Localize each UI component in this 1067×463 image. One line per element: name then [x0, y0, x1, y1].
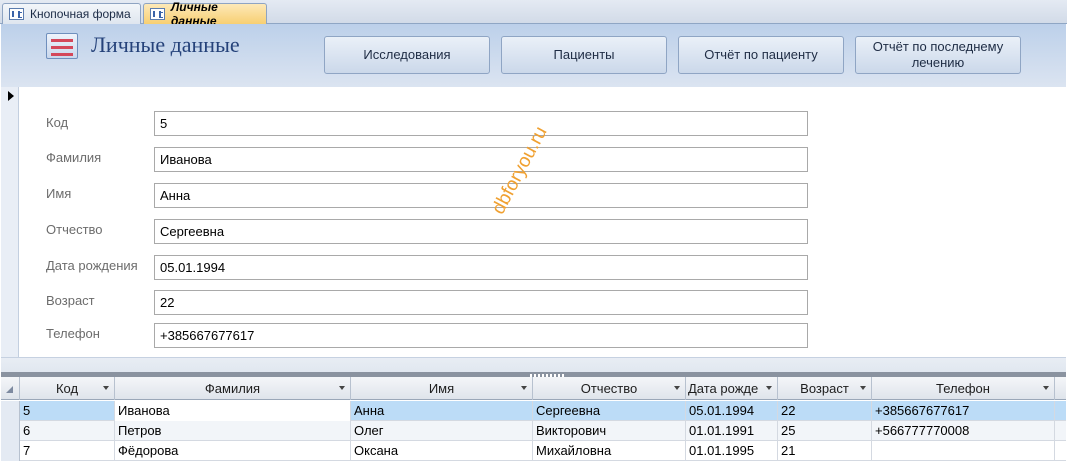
label-id: Код: [46, 115, 69, 130]
cell-phone[interactable]: +566777770008: [872, 421, 1055, 441]
chevron-down-icon[interactable]: [1043, 386, 1049, 390]
document-tab-strip: Кнопочная форма Личные данные: [0, 0, 1067, 28]
surname-field[interactable]: Иванова: [154, 147, 808, 172]
label-age: Возраст: [46, 293, 95, 308]
cell-birth-date[interactable]: 05.01.1994: [686, 401, 778, 421]
table-row[interactable]: 6 Петров Олег Викторович 01.01.1991 25 +…: [1, 421, 1066, 441]
column-header-age[interactable]: Возраст: [778, 377, 872, 400]
tab-label: Кнопочная форма: [30, 7, 131, 21]
cell-surname[interactable]: Петров: [115, 421, 351, 441]
cell-surname[interactable]: Фёдорова: [115, 441, 351, 461]
cell-id[interactable]: 7: [20, 441, 115, 461]
datasheet-header-row: Код Фамилия Имя Отчество Дата рожде Возр…: [1, 377, 1066, 400]
cell-id[interactable]: 5: [20, 401, 115, 421]
tab-personal-data[interactable]: Личные данные: [143, 0, 267, 28]
column-header-label: Фамилия: [204, 381, 261, 396]
label-phone: Телефон: [46, 326, 100, 341]
column-header-name[interactable]: Имя: [351, 377, 533, 400]
cell-age[interactable]: 22: [778, 401, 872, 421]
record-selector[interactable]: [1, 87, 19, 357]
column-header-label: Дата рожде: [688, 381, 759, 396]
patronymic-field[interactable]: Сергеевна: [154, 219, 808, 244]
name-field[interactable]: Анна: [154, 183, 808, 208]
chevron-down-icon[interactable]: [766, 386, 772, 390]
patients-button[interactable]: Пациенты: [501, 36, 667, 74]
cell-name[interactable]: Олег: [351, 421, 533, 441]
row-selector[interactable]: [1, 441, 20, 461]
datasheet: Код Фамилия Имя Отчество Дата рожде Возр…: [1, 377, 1066, 463]
cell-patronymic[interactable]: Викторович: [533, 421, 686, 441]
column-header-label: Имя: [428, 381, 455, 396]
cell-birth-date[interactable]: 01.01.1995: [686, 441, 778, 461]
chevron-down-icon[interactable]: [103, 386, 109, 390]
cell-name[interactable]: Оксана: [351, 441, 533, 461]
tab-switchboard[interactable]: Кнопочная форма: [2, 3, 141, 24]
birth-date-field[interactable]: 05.01.1994: [154, 255, 808, 280]
access-window: Кнопочная форма Личные данные Личные дан…: [0, 0, 1067, 463]
column-header-label: Возраст: [800, 381, 849, 396]
cell-age[interactable]: 25: [778, 421, 872, 441]
row-selector[interactable]: [1, 401, 20, 421]
chevron-down-icon[interactable]: [521, 386, 527, 390]
table-row[interactable]: 5 Иванова Анна Сергеевна 05.01.1994 22 +…: [1, 401, 1066, 421]
patient-report-button[interactable]: Отчёт по пациенту: [678, 36, 844, 74]
cell-age[interactable]: 21: [778, 441, 872, 461]
cell-patronymic[interactable]: Сергеевна: [533, 401, 686, 421]
current-record-arrow-icon: [8, 91, 14, 101]
form-icon: [9, 8, 24, 20]
column-header-id[interactable]: Код: [20, 377, 115, 400]
column-header-label: Отчество: [580, 381, 638, 396]
column-header-label: Телефон: [936, 381, 990, 396]
label-birth-date: Дата рождения: [46, 258, 138, 273]
cell-surname[interactable]: Иванова: [115, 401, 351, 421]
column-header-surname[interactable]: Фамилия: [115, 377, 351, 400]
age-field[interactable]: 22: [154, 290, 808, 315]
select-all-corner[interactable]: [1, 377, 20, 400]
chevron-down-icon[interactable]: [860, 386, 866, 390]
cell-birth-date[interactable]: 01.01.1991: [686, 421, 778, 441]
label-name: Имя: [46, 186, 72, 201]
form-header: Личные данные Исследования Пациенты Отчё…: [1, 24, 1066, 87]
column-header-phone[interactable]: Телефон: [872, 377, 1055, 400]
column-header-patronymic[interactable]: Отчество: [533, 377, 686, 400]
cell-phone[interactable]: [872, 441, 1055, 461]
column-header-label: Код: [55, 381, 79, 396]
cell-name[interactable]: Анна: [351, 401, 533, 421]
chevron-down-icon[interactable]: [674, 386, 680, 390]
column-header-birth-date[interactable]: Дата рожде: [686, 377, 778, 400]
row-selector[interactable]: [1, 421, 20, 441]
cell-phone[interactable]: +385667677617: [872, 401, 1055, 421]
chevron-down-icon[interactable]: [339, 386, 345, 390]
phone-field[interactable]: +385667677617: [154, 323, 808, 348]
label-patronymic: Отчество: [46, 222, 103, 237]
cell-id[interactable]: 6: [20, 421, 115, 441]
form-icon: [150, 8, 165, 20]
label-surname: Фамилия: [46, 150, 102, 165]
last-treatment-report-button[interactable]: Отчёт по последнему лечению: [855, 36, 1021, 74]
research-button[interactable]: Исследования: [324, 36, 490, 74]
cell-patronymic[interactable]: Михайловна: [533, 441, 686, 461]
form-logo-icon: [46, 33, 78, 59]
id-field[interactable]: 5: [154, 111, 808, 136]
table-row[interactable]: 7 Фёдорова Оксана Михайловна 01.01.1995 …: [1, 441, 1066, 461]
page-title: Личные данные: [91, 32, 240, 57]
